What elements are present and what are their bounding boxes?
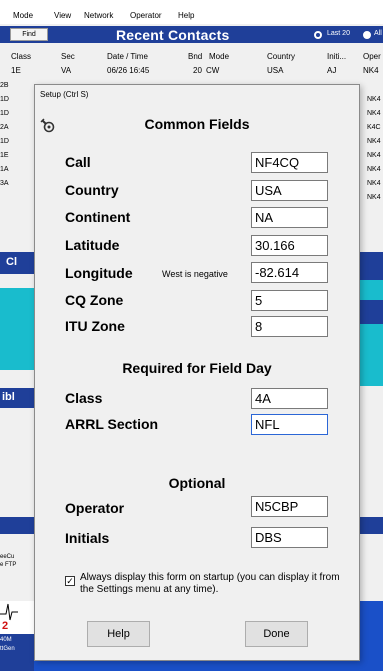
startup-checkbox-label[interactable]: Always display this form on startup (you…	[80, 572, 345, 596]
continent-field[interactable]	[251, 207, 328, 228]
right-blue-strip	[360, 517, 383, 534]
recent-contacts-bar: Find Recent Contacts Last 20 All	[0, 26, 383, 43]
menu-network[interactable]: Network	[84, 11, 113, 20]
table-header: Class Sec Date / Time Bnd Mode Country I…	[0, 52, 383, 64]
table-cell: 20	[193, 66, 202, 75]
col-sec[interactable]: Sec	[61, 52, 75, 61]
initials-label: Initials	[65, 530, 110, 546]
right-blue-panel	[360, 300, 383, 324]
class-label: Class	[65, 390, 103, 406]
operator-label: Operator	[65, 500, 125, 516]
table-cell: 3A	[0, 180, 9, 187]
call-label: Call	[65, 154, 91, 170]
table-cell: NK4	[367, 194, 381, 201]
continent-label: Continent	[65, 209, 131, 225]
setup-dialog: Setup (Ctrl S) Common Fields Call Countr…	[34, 84, 360, 661]
table-cell: 1D	[0, 110, 9, 117]
right-teal-panel	[360, 280, 383, 300]
col-datetime[interactable]: Date / Time	[107, 52, 148, 61]
table-cell: 2A	[0, 124, 9, 131]
itu-zone-label: ITU Zone	[65, 318, 125, 334]
table-cell: NK4	[367, 180, 381, 187]
latitude-label: Latitude	[65, 237, 120, 253]
call-field[interactable]	[251, 152, 328, 173]
section-field-day: Required for Field Day	[122, 360, 272, 376]
table-cell: NK4	[367, 96, 381, 103]
bottom-text: ttGen	[0, 646, 15, 652]
arrl-section-label: ARRL Section	[65, 416, 159, 432]
menu-help[interactable]: Help	[178, 11, 194, 20]
col-country[interactable]: Country	[267, 52, 295, 61]
table-cell: 06/26 16:45	[107, 66, 150, 75]
menu-mode[interactable]: Mode	[13, 11, 33, 20]
cq-zone-label: CQ Zone	[65, 292, 124, 308]
table-cell: 2B	[0, 82, 9, 89]
itu-zone-field[interactable]	[251, 316, 328, 337]
table-cell: 1D	[0, 138, 9, 145]
all-label: All	[374, 30, 382, 37]
latitude-field[interactable]	[251, 235, 328, 256]
last20-label: Last 20	[327, 30, 350, 37]
table-cell: NK4	[363, 66, 379, 75]
section-optional: Optional	[168, 475, 226, 491]
ticker-text: e FTP	[0, 562, 17, 568]
done-button[interactable]: Done	[245, 621, 308, 647]
country-label: Country	[65, 182, 119, 198]
menu-bar: Mode View Network Operator Help	[0, 0, 383, 24]
initials-field[interactable]	[251, 527, 328, 548]
startup-checkbox[interactable]: ✓	[65, 576, 75, 586]
table-cell: USA	[267, 66, 284, 75]
longitude-field[interactable]	[251, 262, 328, 283]
cq-zone-field[interactable]	[251, 290, 328, 311]
col-mode[interactable]: Mode	[209, 52, 229, 61]
left-blue-strip	[0, 517, 34, 534]
table-cell: 1A	[0, 166, 9, 173]
bottom-digit: 2	[2, 620, 9, 632]
right-blue-panel	[360, 252, 383, 280]
table-cell: 1E	[11, 66, 21, 75]
class-field[interactable]	[251, 388, 328, 409]
all-radio[interactable]	[363, 31, 371, 39]
table-cell: NK4	[367, 110, 381, 117]
right-teal-panel	[360, 324, 383, 386]
operator-field[interactable]	[251, 496, 328, 517]
col-class[interactable]: Class	[11, 52, 31, 61]
left-panel-header-2: ibl	[0, 388, 34, 408]
signal-graph-icon	[0, 603, 18, 621]
bottom-left-panel: 2 40M ttGen	[0, 601, 34, 671]
arrl-section-field[interactable]	[251, 414, 328, 435]
col-initials[interactable]: Initi...	[327, 52, 346, 61]
col-operator[interactable]: Oper	[363, 52, 381, 61]
country-field[interactable]	[251, 180, 328, 201]
bottom-text: 40M	[0, 637, 12, 643]
table-cell: VA	[61, 66, 72, 75]
table-cell: 1D	[0, 96, 9, 103]
help-button[interactable]: Help	[87, 621, 150, 647]
table-cell: AJ	[327, 66, 337, 75]
table-cell: NK4	[367, 152, 381, 159]
find-button[interactable]: Find	[10, 28, 48, 41]
longitude-label: Longitude	[65, 265, 133, 281]
section-common-fields: Common Fields	[144, 116, 250, 132]
longitude-hint: West is negative	[162, 269, 228, 279]
table-row[interactable]: 1E VA 06/26 16:45 20 CW USA AJ NK4	[0, 66, 383, 78]
left-panel-header: Cl	[0, 252, 34, 274]
col-band[interactable]: Bnd	[188, 52, 202, 61]
table-cell: NK4	[367, 138, 381, 145]
menu-view[interactable]: View	[54, 11, 71, 20]
left-teal-panel	[0, 288, 34, 370]
table-cell: 1E	[0, 152, 9, 159]
recent-contacts-title: Recent Contacts	[116, 27, 230, 43]
table-cell: CW	[206, 66, 220, 75]
menu-operator[interactable]: Operator	[130, 11, 162, 20]
table-cell: K4C	[367, 124, 381, 131]
ticker-text: eeCu	[0, 554, 15, 560]
dialog-title: Setup (Ctrl S)	[40, 90, 89, 99]
last20-radio[interactable]	[314, 31, 322, 39]
table-cell: NK4	[367, 166, 381, 173]
